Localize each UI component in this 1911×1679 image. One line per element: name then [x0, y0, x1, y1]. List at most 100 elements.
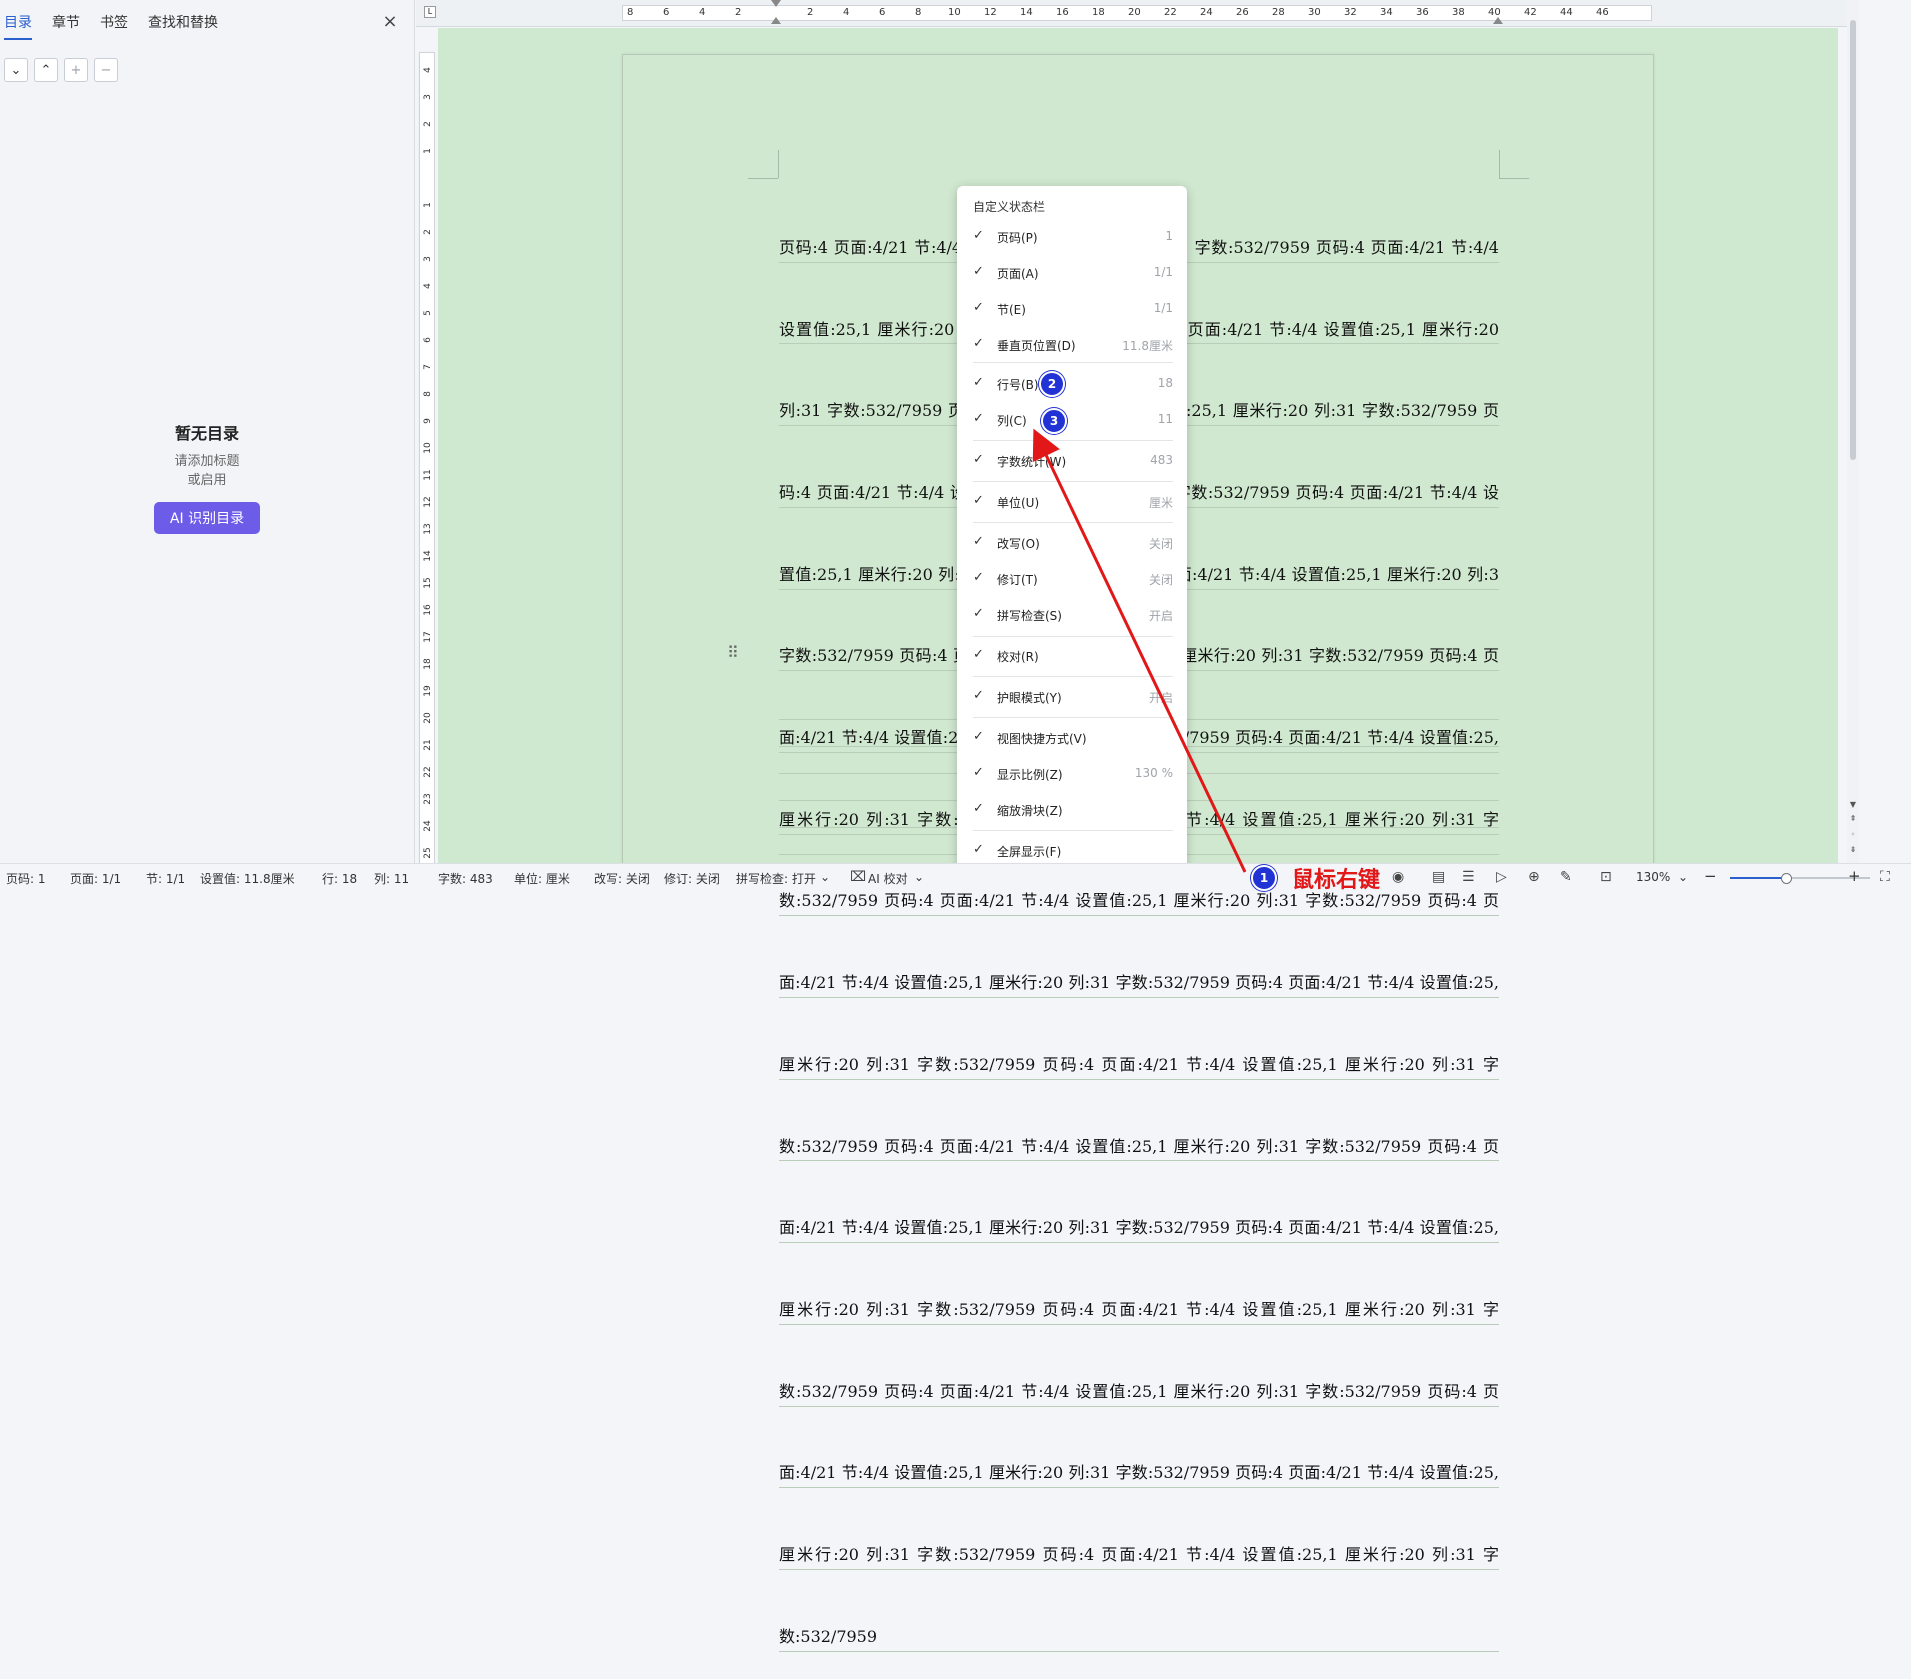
vruler-tick: 1 — [423, 202, 433, 208]
vruler-tick: 1 — [423, 148, 433, 154]
check-icon: ✓ — [973, 375, 984, 390]
menu-item-zoom-ratio[interactable]: ✓ 显示比例(Z) 130 % — [957, 759, 1187, 787]
play-icon[interactable]: ▷ — [1496, 869, 1507, 885]
horizontal-ruler[interactable]: L 8 6 4 2 2 4 6 8 10 12 14 16 18 20 22 2… — [416, 0, 1856, 27]
menu-item-zoom-slider[interactable]: ✓ 缩放滑块(Z) — [957, 795, 1187, 823]
left-indent-marker[interactable] — [771, 17, 781, 24]
vruler-tick: 4 — [423, 283, 433, 289]
text-line: 数:532/7959 — [779, 1624, 1499, 1652]
status-page-number[interactable]: 页码: 1 — [6, 870, 46, 887]
margin-corner-mark — [1499, 178, 1529, 179]
ai-recognize-toc-button[interactable]: AI 识别目录 — [153, 502, 261, 534]
menu-separator — [973, 522, 1173, 523]
menu-item-revision[interactable]: ✓ 修订(T) 关闭 — [957, 564, 1187, 592]
tab-find-replace[interactable]: 查找和替换 — [148, 12, 218, 40]
chevron-up-icon[interactable]: ⌃ — [34, 58, 58, 82]
vertical-scrollbar[interactable]: ▼ ⇞ ◦ ⇟ — [1847, 0, 1859, 863]
menu-item-label: 拼写检查(S) — [997, 609, 1062, 623]
scroll-thumb[interactable] — [1850, 20, 1856, 460]
plus-icon[interactable]: + — [64, 58, 88, 82]
menu-item-eye-care-mode[interactable]: ✓ 护眼模式(Y) 开启 — [957, 682, 1187, 710]
status-proofread[interactable]: AI 校对 — [868, 870, 908, 887]
status-word-count[interactable]: 字数: 483 — [438, 870, 493, 887]
page-view-icon[interactable]: ▤ — [1432, 869, 1445, 885]
chevron-down-icon[interactable]: ⌄ — [914, 870, 924, 884]
right-indent-marker[interactable] — [1493, 17, 1503, 24]
menu-item-view-shortcuts[interactable]: ✓ 视图快捷方式(V) — [957, 723, 1187, 751]
chevron-down-icon[interactable]: ⌄ — [820, 870, 830, 884]
menu-item-proofread[interactable]: ✓ 校对(R) — [957, 641, 1187, 669]
check-icon: ✓ — [973, 264, 984, 279]
status-page[interactable]: 页面: 1/1 — [70, 870, 121, 887]
status-section[interactable]: 节: 1/1 — [146, 870, 185, 887]
chevron-down-icon[interactable]: ⌄ — [4, 58, 28, 82]
write-mode-icon[interactable]: ✎ — [1560, 869, 1572, 885]
annotation-badge-3: 3 — [1041, 408, 1067, 434]
menu-item-label: 页码(P) — [997, 231, 1038, 245]
status-unit[interactable]: 单位: 厘米 — [514, 870, 570, 887]
zoom-slider-knob[interactable] — [1781, 873, 1792, 884]
vruler-tick: 18 — [423, 658, 433, 670]
status-spellcheck[interactable]: 拼写检查: 打开 — [736, 870, 816, 887]
next-page-icon[interactable]: ⇟ — [1847, 845, 1859, 854]
vertical-ruler[interactable]: 4 3 2 1 1 2 3 4 5 6 7 8 9 10 11 12 13 14… — [418, 52, 435, 864]
empty-hint-line2: 或启用 — [187, 473, 227, 488]
minus-icon[interactable]: − — [94, 58, 118, 82]
menu-item-line-number[interactable]: ✓ 行号(B) 18 — [957, 369, 1187, 397]
fit-page-icon[interactable]: ⊡ — [1600, 869, 1612, 885]
status-row[interactable]: 行: 18 — [322, 870, 357, 887]
text-line: 数:532/7959 页码:4 页面:4/21 节:4/4 设置值:25,1 厘… — [779, 1134, 1499, 1162]
zoom-out-icon[interactable]: − — [1704, 867, 1717, 885]
menu-item-overwrite[interactable]: ✓ 改写(O) 关闭 — [957, 528, 1187, 556]
tab-stop-icon[interactable]: L — [424, 6, 436, 18]
check-icon: ✓ — [973, 570, 984, 585]
status-col[interactable]: 列: 11 — [374, 870, 409, 887]
close-icon[interactable]: × — [382, 13, 398, 31]
status-bar: 页码: 1 页面: 1/1 节: 1/1 设置值: 11.8厘米 行: 18 列… — [0, 863, 1911, 891]
vruler-tick: 4 — [423, 67, 433, 73]
check-icon: ✓ — [973, 606, 984, 621]
menu-separator — [973, 717, 1173, 718]
ruler-tick: 2 — [735, 7, 742, 18]
menu-item-value: 1/1 — [1153, 265, 1173, 279]
prev-page-icon[interactable]: ⇞ — [1847, 814, 1859, 823]
tab-toc[interactable]: 目录 — [4, 12, 32, 40]
menu-item-spellcheck[interactable]: ✓ 拼写检查(S) 开启 — [957, 600, 1187, 628]
menu-item-unit[interactable]: ✓ 单位(U) 厘米 — [957, 487, 1187, 515]
web-view-icon[interactable]: ⊕ — [1528, 869, 1540, 885]
vruler-tick: 16 — [423, 604, 433, 616]
menu-item-label: 页面(A) — [997, 267, 1039, 281]
status-revision[interactable]: 修订: 关闭 — [664, 870, 720, 887]
fullscreen-icon[interactable]: ⛶ — [1880, 869, 1890, 885]
first-line-indent-marker[interactable] — [771, 0, 781, 7]
menu-item-word-count[interactable]: ✓ 字数统计(W) 483 — [957, 446, 1187, 474]
menu-item-section[interactable]: ✓ 节(E) 1/1 — [957, 294, 1187, 322]
menu-item-vertical-position[interactable]: ✓ 垂直页位置(D) 11.8厘米 — [957, 330, 1187, 358]
menu-item-page-number[interactable]: ✓ 页码(P) 1 — [957, 222, 1187, 250]
vruler-scale: 4 3 2 1 1 2 3 4 5 6 7 8 9 10 11 12 13 14… — [419, 52, 435, 864]
menu-item-fullscreen[interactable]: ✓ 全屏显示(F) — [957, 836, 1187, 864]
status-overwrite[interactable]: 改写: 关闭 — [594, 870, 650, 887]
outline-view-icon[interactable]: ☰ — [1462, 869, 1475, 885]
zoom-in-icon[interactable]: + — [1848, 867, 1861, 885]
menu-item-page[interactable]: ✓ 页面(A) 1/1 — [957, 258, 1187, 286]
eye-care-icon[interactable]: ◉ — [1392, 869, 1404, 885]
vruler-tick: 3 — [423, 256, 433, 262]
chevron-down-icon[interactable]: ⌄ — [1678, 870, 1688, 884]
customize-statusbar-menu: 自定义状态栏 ✓ 页码(P) 1 ✓ 页面(A) 1/1 ✓ 节(E) 1/1 ✓ 垂直页位置(D) 1… — [957, 186, 1187, 876]
menu-item-value: 厘米 — [1148, 496, 1173, 510]
tab-chapters[interactable]: 章节 — [52, 12, 80, 40]
scroll-down-icon[interactable]: ▼ — [1847, 800, 1859, 809]
select-browse-object-icon[interactable]: ◦ — [1847, 830, 1859, 839]
menu-item-label: 校对(R) — [997, 650, 1039, 664]
paragraph-drag-handle-icon[interactable]: ⠿ — [727, 643, 739, 662]
check-icon: ✓ — [973, 688, 984, 703]
ruler-tick: 16 — [1056, 7, 1069, 18]
tab-bookmarks[interactable]: 书签 — [100, 12, 128, 40]
empty-hint: 请添加标题 或启用 — [0, 452, 414, 490]
proofread-icon[interactable]: ⌧ — [850, 869, 866, 885]
ruler-tick: 24 — [1200, 7, 1213, 18]
menu-item-column[interactable]: ✓ 列(C) 11 — [957, 405, 1187, 433]
status-zoom[interactable]: 130% — [1636, 870, 1670, 884]
status-setting[interactable]: 设置值: 11.8厘米 — [200, 870, 295, 887]
